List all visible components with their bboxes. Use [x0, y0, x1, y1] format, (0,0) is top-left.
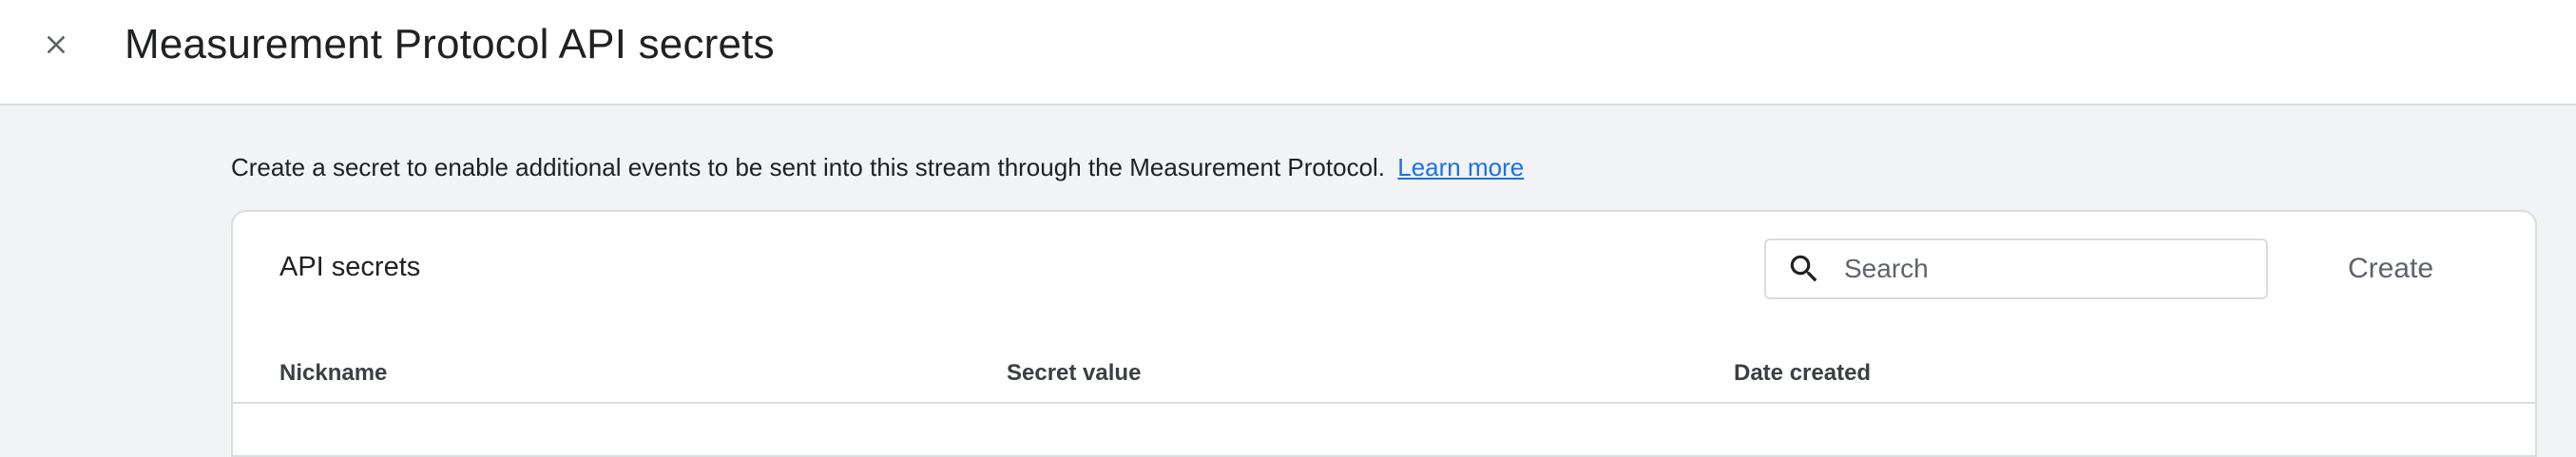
column-header-date-created[interactable]: Date created: [1734, 345, 1871, 402]
column-header-nickname[interactable]: Nickname: [279, 345, 387, 402]
intro-text: Create a secret to enable additional eve…: [231, 153, 1524, 182]
close-button[interactable]: [29, 17, 84, 72]
learn-more-link[interactable]: Learn more: [1397, 153, 1524, 181]
search-input[interactable]: [1844, 246, 2243, 292]
close-icon: [47, 35, 66, 54]
table-header: Nickname Secret value Date created: [233, 345, 2535, 404]
search-box[interactable]: [1764, 238, 2268, 299]
column-header-secret-value[interactable]: Secret value: [1007, 345, 1141, 402]
card-title: API secrets: [279, 252, 421, 282]
main-content: Create a secret to enable additional eve…: [0, 105, 2576, 457]
create-button[interactable]: Create: [2329, 238, 2452, 299]
dialog-header: Measurement Protocol API secrets: [0, 0, 2576, 105]
intro-description: Create a secret to enable additional eve…: [231, 153, 1386, 181]
search-icon: [1785, 250, 1823, 288]
api-secrets-card: API secrets Create Nickname Secret value…: [231, 210, 2537, 457]
page-title: Measurement Protocol API secrets: [125, 21, 775, 67]
